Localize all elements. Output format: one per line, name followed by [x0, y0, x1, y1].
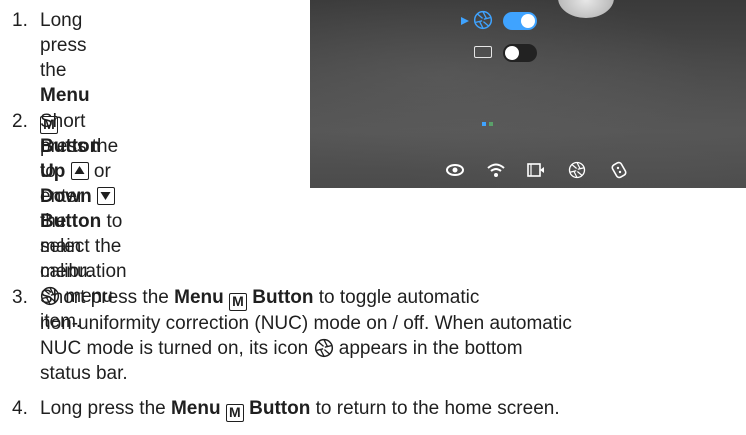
ui-icon	[474, 46, 492, 58]
step-text: to toggle automatic	[313, 287, 480, 308]
eye-icon	[446, 164, 464, 176]
step-text: Long press the	[40, 10, 87, 81]
step-text: Short press the	[40, 111, 119, 157]
page-indicator	[489, 122, 493, 126]
page-indicator	[482, 122, 486, 126]
step-text: status bar.	[40, 363, 128, 384]
calibration-icon	[473, 10, 493, 30]
menu-label: Menu	[40, 85, 90, 106]
toggle-knob	[505, 46, 519, 60]
step-number: 2.	[12, 111, 28, 132]
step-text: appears in the bottom	[333, 338, 523, 359]
step-body: Long press the Menu M Button to return t…	[40, 396, 746, 422]
menu-label: Menu	[174, 287, 224, 308]
step-number: 4.	[12, 398, 28, 419]
step-text: Short press the	[40, 287, 175, 308]
button-label: Button	[252, 287, 314, 308]
up-label: Up	[40, 161, 66, 182]
step-text: Long press the	[40, 398, 171, 419]
menu-key-icon: M	[229, 293, 248, 311]
step-text: calibration	[40, 261, 127, 282]
step-number: 1.	[12, 10, 28, 31]
thermal-target	[558, 0, 614, 18]
device-screen	[310, 0, 746, 188]
down-label: Down	[40, 186, 92, 207]
selection-arrow-icon	[461, 17, 469, 25]
step-text: to return to the home screen.	[310, 398, 560, 419]
nuc-icon	[314, 338, 334, 358]
calibration-toggle[interactable]	[503, 12, 537, 30]
step-text: non-uniformity correction (NUC) mode on …	[40, 313, 572, 334]
down-key-icon	[97, 187, 115, 205]
step-text: NUC mode is turned on, its icon	[40, 338, 314, 359]
toggle-knob	[521, 14, 535, 28]
step-text: or	[88, 161, 111, 182]
video-icon	[527, 163, 544, 177]
button-label: Button	[249, 398, 311, 419]
wifi-icon	[487, 163, 505, 177]
remote-icon	[611, 161, 627, 179]
step-body: Short press the Menu M Button to toggle …	[40, 285, 746, 386]
up-key-icon	[70, 162, 89, 180]
menu-label: Menu	[170, 398, 221, 419]
menu-key-icon: M	[225, 404, 244, 422]
button-label: Button	[40, 211, 102, 232]
ui-toggle[interactable]	[503, 44, 537, 62]
step-number: 3.	[12, 287, 28, 308]
nuc-icon	[568, 161, 586, 179]
